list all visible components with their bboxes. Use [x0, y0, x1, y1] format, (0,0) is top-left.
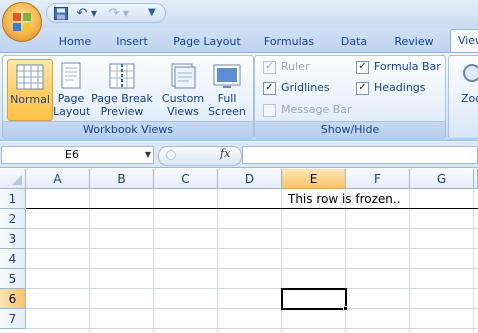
row-header-3[interactable]: 3: [0, 229, 26, 249]
message-bar-label: Message Bar: [281, 103, 352, 116]
row-header-4[interactable]: 4: [0, 249, 26, 269]
gridline-v: [473, 189, 474, 333]
save-icon[interactable]: [53, 5, 69, 22]
gridline-v: [409, 189, 410, 333]
page-break-label-1: Page Break: [91, 92, 153, 105]
headings-checkbox-row[interactable]: ✓ Headings: [356, 79, 444, 97]
gridline-v: [345, 189, 346, 333]
column-header-g[interactable]: G: [410, 169, 474, 189]
redo-dropdown-icon[interactable]: ▼: [122, 5, 130, 22]
office-logo-icon: [13, 13, 31, 31]
normal-view-icon: [16, 64, 44, 90]
select-all-button[interactable]: [0, 169, 26, 189]
row-header-1[interactable]: 1: [0, 189, 26, 209]
page-break-preview-icon: [109, 63, 135, 89]
zoom-button[interactable]: Zoo: [451, 59, 478, 119]
show-hide-group: ✓ Ruler ✓ Gridlines Message Bar ✓ Formul…: [254, 55, 446, 139]
tab-home[interactable]: Home: [52, 31, 98, 52]
gridline-h: [26, 248, 478, 249]
gridline-v: [281, 189, 282, 333]
zoom-group: Zoo: [448, 55, 478, 139]
workbook-views-group-label: Workbook Views: [3, 121, 253, 138]
column-header-a[interactable]: A: [26, 169, 90, 189]
row-header-5[interactable]: 5: [0, 269, 26, 289]
zoom-magnifier-icon: [463, 64, 478, 82]
full-screen-label-1: Full: [217, 92, 237, 105]
column-header-c[interactable]: C: [154, 169, 218, 189]
active-cell-e6[interactable]: [281, 288, 347, 310]
tab-review[interactable]: Review: [388, 31, 440, 52]
formula-bar-label: Formula Bar: [374, 60, 441, 73]
full-screen-label-2: Screen: [208, 105, 246, 118]
formula-bar-checkbox[interactable]: ✓: [356, 61, 369, 74]
page-layout-icon: [61, 62, 81, 89]
custom-views-label-2: Views: [167, 105, 199, 118]
undo-dropdown-icon[interactable]: ▼: [90, 5, 98, 22]
gridline-v: [89, 189, 90, 333]
column-header-d[interactable]: D: [218, 169, 282, 189]
cell-e1[interactable]: This row is frozen..: [283, 189, 433, 208]
headings-label: Headings: [374, 81, 426, 94]
name-box-value: E6: [65, 148, 79, 161]
gridline-h: [26, 328, 478, 329]
insert-function-icon[interactable]: fx: [220, 147, 230, 160]
tab-insert[interactable]: Insert: [108, 31, 156, 52]
fill-handle[interactable]: [343, 306, 348, 311]
workbook-views-group: Normal Page Layout Page Break Preview Cust…: [2, 55, 254, 139]
redo-icon[interactable]: ↷: [107, 5, 121, 22]
undo-icon[interactable]: ↶: [75, 5, 89, 22]
column-header-b[interactable]: B: [90, 169, 154, 189]
gridlines-checkbox[interactable]: ✓: [263, 82, 276, 95]
gridline-h: [26, 308, 478, 309]
gridline-h: [26, 228, 478, 229]
tab-page-layout[interactable]: Page Layout: [170, 31, 244, 52]
customize-toolbar-icon[interactable]: ▼: [148, 6, 158, 20]
freeze-pane-divider: [26, 208, 478, 209]
gridlines-label: Gridlines: [281, 81, 330, 94]
gridlines-checkbox-row[interactable]: ✓ Gridlines: [263, 79, 353, 97]
page-break-preview-button[interactable]: Page Break Preview: [91, 59, 153, 119]
tab-view[interactable]: View: [450, 29, 478, 54]
normal-view-label: Normal: [10, 93, 50, 106]
gridline-v: [153, 189, 154, 333]
ruler-checkbox[interactable]: ✓: [263, 61, 276, 74]
headings-checkbox[interactable]: ✓: [356, 82, 369, 95]
tab-formulas[interactable]: Formulas: [259, 31, 319, 52]
row-header-6[interactable]: 6: [0, 289, 26, 309]
row-header-2[interactable]: 2: [0, 209, 26, 229]
gridline-h: [26, 268, 478, 269]
tab-data[interactable]: Data: [334, 31, 374, 52]
message-bar-checkbox[interactable]: [263, 104, 276, 117]
normal-view-button[interactable]: Normal: [7, 59, 53, 121]
formula-bar-checkbox-row[interactable]: ✓ Formula Bar: [356, 58, 444, 76]
custom-views-icon: [171, 63, 196, 89]
column-header-e[interactable]: E: [282, 169, 346, 189]
page-layout-label-1: Page: [57, 92, 85, 105]
custom-views-label-1: Custom: [161, 92, 205, 105]
full-screen-icon: [213, 64, 241, 88]
page-layout-label-2: Layout: [53, 105, 91, 118]
name-box-dropdown-icon[interactable]: ▼: [145, 147, 151, 163]
office-button[interactable]: [2, 2, 42, 42]
grip-icon[interactable]: [166, 150, 176, 160]
custom-views-button[interactable]: Custom Views: [161, 59, 205, 119]
full-screen-button[interactable]: Full Screen: [207, 59, 247, 119]
message-bar-checkbox-row[interactable]: Message Bar: [263, 101, 363, 119]
name-box[interactable]: E6 ▼: [1, 146, 154, 164]
show-hide-group-label: Show/Hide: [255, 121, 445, 138]
formula-tools: fx: [158, 146, 242, 166]
formula-input[interactable]: [242, 146, 478, 164]
gridline-v: [217, 189, 218, 333]
zoom-label: Zoo: [461, 92, 478, 105]
page-break-label-2: Preview: [100, 105, 144, 118]
ruler-checkbox-row[interactable]: ✓ Ruler: [263, 58, 343, 76]
column-header-partial[interactable]: [474, 169, 478, 189]
column-header-f[interactable]: F: [346, 169, 410, 189]
ruler-label: Ruler: [281, 60, 310, 73]
gridline-h: [26, 288, 478, 289]
page-layout-view-button[interactable]: Page Layout: [53, 59, 91, 119]
select-all-icon: [12, 175, 22, 185]
row-header-7[interactable]: 7: [0, 309, 26, 329]
